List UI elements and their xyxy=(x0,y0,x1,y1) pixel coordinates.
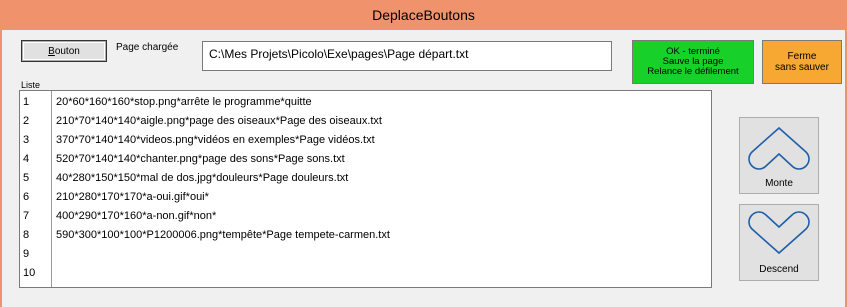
line-text: 20*60*160*160*stop.png*arrête le program… xyxy=(56,95,312,108)
line-text: 400*290*170*160*a-non.gif*non* xyxy=(56,209,217,222)
window-title: DeplaceBoutons xyxy=(372,7,475,23)
bouton-button-mnemonic: B xyxy=(48,45,55,57)
window-titlebar: DeplaceBoutons xyxy=(0,0,847,31)
line-text: 370*70*140*140*videos.png*vidéos en exem… xyxy=(56,133,375,146)
list-item[interactable]: 2 210*70*140*140*aigle.png*page des oise… xyxy=(20,111,711,130)
ferme-line-2: sans sauver xyxy=(775,62,829,73)
move-up-button[interactable]: Monte xyxy=(739,117,819,194)
list-item[interactable]: 6 210*280*170*170*a-oui.gif*oui* xyxy=(20,187,711,206)
ferme-line-1: Ferme xyxy=(787,51,817,62)
list-item[interactable]: 9 xyxy=(20,244,711,263)
ok-line-3: Relance le défilement xyxy=(647,66,739,77)
line-number: 9 xyxy=(23,247,30,260)
line-number: 5 xyxy=(23,171,30,184)
monte-label: Monte xyxy=(765,178,793,189)
line-number: 8 xyxy=(23,228,30,241)
chevron-up-icon xyxy=(748,126,810,170)
bouton-button[interactable]: Bouton xyxy=(22,41,106,61)
line-text: 210*280*170*170*a-oui.gif*oui* xyxy=(56,190,209,203)
descend-label: Descend xyxy=(759,264,799,275)
ok-finish-button[interactable]: OK - terminé Sauve la page Relance le dé… xyxy=(632,40,754,84)
line-number: 6 xyxy=(23,190,30,203)
page-loaded-label: Page chargée xyxy=(116,42,179,53)
list-item[interactable]: 10 xyxy=(20,263,711,282)
line-number: 4 xyxy=(23,152,30,165)
list-item[interactable]: 8 590*300*100*100*P1200006.png*tempête*P… xyxy=(20,225,711,244)
line-text: 40*280*150*150*mal de dos.jpg*douleurs*P… xyxy=(56,171,349,184)
list-item[interactable]: 1 20*60*160*160*stop.png*arrête le progr… xyxy=(20,92,711,111)
list-item[interactable]: 5 40*280*150*150*mal de dos.jpg*douleurs… xyxy=(20,168,711,187)
line-number: 10 xyxy=(23,266,36,279)
line-text: 520*70*140*140*chanter.png*page des sons… xyxy=(56,152,345,165)
line-number: 1 xyxy=(23,95,30,108)
line-number: 7 xyxy=(23,209,30,222)
close-without-save-button[interactable]: Ferme sans sauver xyxy=(762,40,842,84)
move-down-button[interactable]: Descend xyxy=(739,204,819,281)
line-text: 590*300*100*100*P1200006.png*tempête*Pag… xyxy=(56,228,390,241)
list-item[interactable]: 3 370*70*140*140*videos.png*vidéos en ex… xyxy=(20,130,711,149)
line-text: 210*70*140*140*aigle.png*page des oiseau… xyxy=(56,114,382,127)
list-item[interactable]: 4 520*70*140*140*chanter.png*page des so… xyxy=(20,149,711,168)
bouton-button-label: outon xyxy=(54,45,80,57)
line-number: 2 xyxy=(23,114,30,127)
page-path-field[interactable]: C:\Mes Projets\Picolo\Exe\pages\Page dép… xyxy=(202,41,612,71)
chevron-down-icon xyxy=(748,211,810,255)
list-box[interactable]: 1 20*60*160*160*stop.png*arrête le progr… xyxy=(19,90,712,288)
list-item[interactable]: 7 400*290*170*160*a-non.gif*non* xyxy=(20,206,711,225)
line-number: 3 xyxy=(23,133,30,146)
list-label: Liste xyxy=(21,80,41,90)
